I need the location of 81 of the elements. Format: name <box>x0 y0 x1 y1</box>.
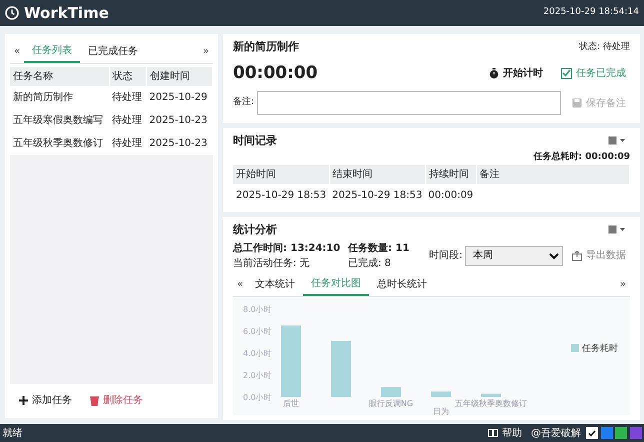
add-task-button[interactable]: 添加任务 <box>15 391 76 410</box>
axis-tick-label: 4.0小时 <box>243 349 272 358</box>
tab[interactable]: 总时长统计 <box>369 273 436 296</box>
credit-text: @吾爱破解 <box>531 426 581 440</box>
table-cell: 新的简历制作 <box>10 86 110 108</box>
table-cell: 2025-10-23 <box>146 108 212 132</box>
theme-swatch[interactable] <box>630 427 642 439</box>
app-title: WorkTime <box>24 2 109 24</box>
clock-icon <box>5 6 19 20</box>
column-header: 创建时间 <box>146 66 212 86</box>
table-cell: 待处理 <box>109 108 146 132</box>
plus-icon <box>19 396 28 405</box>
bar <box>331 340 351 397</box>
period-select[interactable]: 本周 <box>465 246 563 266</box>
axis-tick-label: 6.0小时 <box>243 327 272 336</box>
scroll-right-button[interactable]: » <box>616 274 630 295</box>
bar <box>281 326 301 397</box>
table-cell: 五年级秋季奥数修订 <box>10 132 110 154</box>
table-cell: 2025-10-29 18:53 <box>233 184 330 206</box>
column-header: 任务名称 <box>10 66 110 86</box>
theme-swatch[interactable] <box>615 427 627 439</box>
note-field[interactable] <box>256 91 560 115</box>
column-header: 开始时间 <box>233 164 330 184</box>
theme-swatch[interactable] <box>586 427 598 439</box>
table-cell: 五年级寒假奥数编写 <box>10 108 110 132</box>
table-cell: 待处理 <box>109 86 146 108</box>
category-label: 日为 <box>433 407 449 415</box>
column-header: 持续时间 <box>425 164 476 184</box>
export-icon <box>572 250 582 260</box>
theme-swatch[interactable] <box>600 427 612 439</box>
start-timer-button[interactable]: 开始计时 <box>485 64 547 83</box>
delete-task-button[interactable]: 删除任务 <box>86 391 147 410</box>
column-header: 结束时间 <box>329 164 426 184</box>
table-cell: 2025-10-29 18:53 <box>329 184 426 206</box>
check-icon <box>562 69 571 78</box>
tab[interactable]: 已完成任务 <box>80 40 146 63</box>
table-cell: 待处理 <box>109 132 146 154</box>
bar <box>481 394 501 397</box>
category-label: 后世 <box>283 399 299 408</box>
table-cell: 2025-10-23 <box>146 132 212 154</box>
timer-display: 00:00:00 <box>233 62 319 84</box>
stat-text: 当前活动任务: 无 <box>233 256 311 270</box>
stopwatch-icon <box>489 68 499 79</box>
stat-text: 总工作时间: 13:24:10 <box>233 242 342 256</box>
note-label: 备注: <box>233 96 254 110</box>
legend-label: 任务耗时 <box>582 344 618 354</box>
section-title: 时间记录 <box>233 132 277 148</box>
scroll-left-button[interactable]: « <box>10 41 24 62</box>
task-title: 新的简历制作 <box>233 39 299 55</box>
stat-text: 任务数量: 11 <box>348 242 410 256</box>
scroll-left-button[interactable]: « <box>233 274 248 295</box>
axis-tick-label: 2.0小时 <box>243 371 272 380</box>
export-button[interactable]: 导出数据 <box>568 246 630 265</box>
tab[interactable]: 文本统计 <box>247 273 304 296</box>
legend-swatch <box>571 344 579 352</box>
column-header: 备注 <box>476 164 630 184</box>
save-dropdown-icon <box>608 225 626 234</box>
trash-icon <box>90 396 99 406</box>
bar <box>381 387 401 397</box>
scroll-right-button[interactable]: » <box>198 41 213 62</box>
save-dropdown-icon <box>608 136 626 146</box>
status-text: 状态: 待处理 <box>579 40 630 54</box>
bar <box>431 392 451 397</box>
total-time-text: 任务总耗时: 00:00:09 <box>533 152 630 162</box>
check-icon <box>588 430 596 436</box>
section-title: 统计分析 <box>233 222 277 238</box>
category-label: 眼行反调NG <box>368 399 414 408</box>
axis-tick-label: 8.0小时 <box>243 305 272 314</box>
table-cell: 2025-10-29 <box>146 86 212 108</box>
clock-text: 2025-10-29 18:54:14 <box>543 6 639 20</box>
status-text: 就绪 <box>2 426 22 440</box>
period-label: 时间段: <box>429 248 462 263</box>
tab[interactable]: 任务列表 <box>24 40 80 63</box>
category-label: 五年级秋季奥数修订 <box>455 399 527 408</box>
stat-text: 已完成: 8 <box>348 256 392 270</box>
axis-tick-label: 0.0小时 <box>243 393 272 402</box>
book-icon <box>488 429 498 437</box>
save-icon <box>572 98 582 108</box>
column-header: 状态 <box>109 66 146 86</box>
help-link[interactable]: 帮助 <box>484 424 526 442</box>
table-cell: 00:00:09 <box>425 184 476 206</box>
